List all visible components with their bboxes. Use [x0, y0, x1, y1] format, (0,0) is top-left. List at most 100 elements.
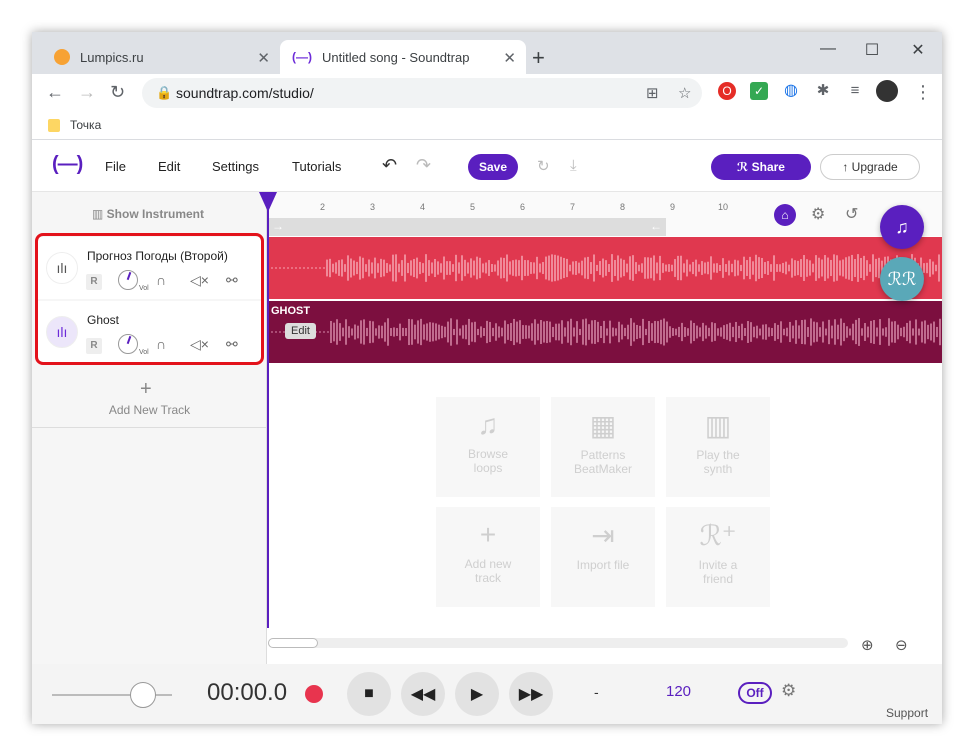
ruler-tick: 8 — [620, 202, 626, 212]
import-file-card[interactable]: ⇥ Import file — [551, 507, 655, 607]
settings-gear-icon[interactable]: ⚙ — [811, 204, 825, 224]
tab-title: Untitled song - Soundtrap — [322, 49, 470, 65]
new-tab-icon[interactable]: + — [532, 45, 545, 71]
minimize-icon[interactable]: — — [818, 40, 838, 58]
record-button[interactable] — [305, 685, 323, 703]
stop-icon: ■ — [364, 685, 374, 702]
loop-region-bar[interactable]: → ← — [268, 218, 666, 236]
card-label: BeatMaker — [573, 462, 633, 476]
loop-start-arrow-icon[interactable]: → — [272, 219, 284, 233]
add-new-track-button[interactable]: Add New Track — [32, 403, 267, 417]
save-button[interactable]: Save — [468, 154, 518, 180]
menu-settings[interactable]: Settings — [212, 159, 259, 174]
opera-extension-icon[interactable]: O — [718, 82, 736, 100]
ruler-tick: 5 — [470, 202, 476, 212]
loop-end-arrow-icon[interactable]: ← — [650, 219, 662, 233]
arrow-up-icon: ↑ — [842, 160, 852, 174]
bookmark-star-icon[interactable]: ☆ — [678, 84, 691, 102]
close-tab-icon[interactable]: ✕ — [257, 49, 270, 67]
playhead[interactable] — [267, 192, 269, 628]
region-label: GHOST — [271, 305, 311, 317]
ruler-tick: 3 — [370, 202, 376, 212]
upgrade-label: Upgrade — [851, 160, 898, 174]
invite-friend-card[interactable]: ℛ⁺ Invite a friend — [666, 507, 770, 607]
card-label: loops — [473, 461, 503, 475]
globe-extension-icon[interactable]: ◍ — [782, 82, 800, 100]
music-note-icon: ♫ — [477, 409, 499, 440]
waveform — [271, 318, 941, 346]
tab-title: Lumpics.ru — [80, 49, 144, 65]
bookmark-tochka[interactable]: Точка — [70, 118, 101, 132]
collaborate-icon[interactable]: ℛℛ — [880, 257, 924, 301]
tab-soundtrap[interactable]: (—) Untitled song - Soundtrap ✕ — [280, 40, 526, 74]
lock-icon: 🔒 — [156, 85, 173, 100]
waveform — [271, 254, 940, 282]
share-label: Share — [751, 160, 785, 174]
menu-tutorials[interactable]: Tutorials — [292, 159, 341, 174]
profile-avatar[interactable] — [876, 80, 898, 102]
fast-forward-button[interactable]: ▶▶ — [509, 672, 553, 716]
url-text: soundtrap.com/studio/ — [176, 85, 314, 101]
support-link[interactable]: Support — [886, 706, 928, 720]
tempo-display[interactable]: 120 — [666, 683, 691, 700]
add-new-track-card[interactable]: + Add new track — [436, 507, 540, 607]
master-volume-knob[interactable] — [130, 682, 156, 708]
scrollbar-thumb[interactable] — [268, 638, 318, 648]
browse-loops-card[interactable]: ♫ Browse loops — [436, 397, 540, 497]
loop-icon[interactable]: ↺ — [845, 204, 858, 224]
horizontal-scrollbar[interactable] — [268, 638, 848, 648]
show-instrument-button[interactable]: ▥ Show Instrument — [92, 207, 204, 221]
browser-menu-icon[interactable]: ⋮ — [914, 82, 932, 103]
edit-region-button[interactable]: Edit — [285, 323, 316, 339]
refresh-icon[interactable]: ↻ — [537, 157, 550, 175]
play-synth-card[interactable]: ▥ Play the synth — [666, 397, 770, 497]
card-label: Patterns — [580, 448, 626, 462]
ruler-tick: 9 — [670, 202, 676, 212]
media-control-icon[interactable]: ≡ — [846, 82, 864, 100]
upgrade-button[interactable]: ↑ Upgrade — [820, 154, 920, 180]
zoom-out-icon[interactable]: ⊖ — [895, 636, 908, 654]
stop-button[interactable]: ■ — [347, 672, 391, 716]
audio-region-1[interactable] — [269, 237, 942, 299]
close-window-icon[interactable]: ✕ — [908, 40, 928, 60]
card-label: synth — [703, 462, 733, 476]
settings-gear-icon[interactable]: ⚙ — [781, 681, 796, 701]
rewind-button[interactable]: ◀◀ — [401, 672, 445, 716]
close-tab-icon[interactable]: ✕ — [503, 49, 516, 67]
plus-icon[interactable]: + — [140, 378, 152, 401]
soundtrap-logo[interactable]: (—) — [52, 153, 83, 176]
key-display[interactable]: - — [594, 684, 599, 700]
play-button[interactable]: ▶ — [455, 672, 499, 716]
invite-icon: ℛ⁺ — [699, 520, 737, 551]
tab-lumpics[interactable]: Lumpics.ru ✕ — [40, 40, 280, 74]
metronome-toggle[interactable]: Off — [738, 682, 772, 704]
music-note-icon[interactable]: ♫ — [880, 205, 924, 249]
card-label: track — [474, 571, 501, 585]
rewind-icon: ◀◀ — [410, 686, 436, 703]
card-label: friend — [702, 572, 734, 586]
checkmark-extension-icon[interactable]: ✓ — [750, 82, 768, 100]
menu-edit[interactable]: Edit — [158, 159, 180, 174]
reload-icon[interactable]: ↻ — [110, 82, 125, 103]
maximize-icon[interactable]: ☐ — [862, 40, 882, 60]
extensions-puzzle-icon[interactable]: ✱ — [814, 82, 832, 100]
address-bar[interactable]: 🔒 soundtrap.com/studio/ ⊞ ☆ — [142, 78, 702, 108]
patterns-beatmaker-card[interactable]: ▦ Patterns BeatMaker — [551, 397, 655, 497]
collab-icon: ℛ — [737, 160, 752, 174]
redo-icon[interactable]: ↷ — [416, 155, 431, 176]
back-icon[interactable]: ← — [46, 82, 64, 103]
zoom-in-icon[interactable]: ⊕ — [861, 636, 874, 654]
download-icon[interactable]: ⤓ — [570, 157, 577, 174]
import-icon: ⇥ — [591, 520, 615, 551]
tuner-icon[interactable]: ⌂ — [774, 204, 796, 226]
fast-forward-icon: ▶▶ — [518, 686, 544, 703]
ruler-tick: 10 — [718, 202, 729, 212]
forward-icon[interactable]: → — [78, 82, 96, 103]
translate-icon[interactable]: ⊞ — [646, 84, 659, 102]
undo-icon[interactable]: ↶ — [382, 155, 397, 176]
ruler-tick: 7 — [570, 202, 576, 212]
card-label: Add new — [464, 557, 512, 571]
menu-file[interactable]: File — [105, 159, 126, 174]
audio-region-2[interactable]: GHOST Edit — [269, 301, 942, 363]
share-button[interactable]: ℛ Share — [711, 154, 811, 180]
